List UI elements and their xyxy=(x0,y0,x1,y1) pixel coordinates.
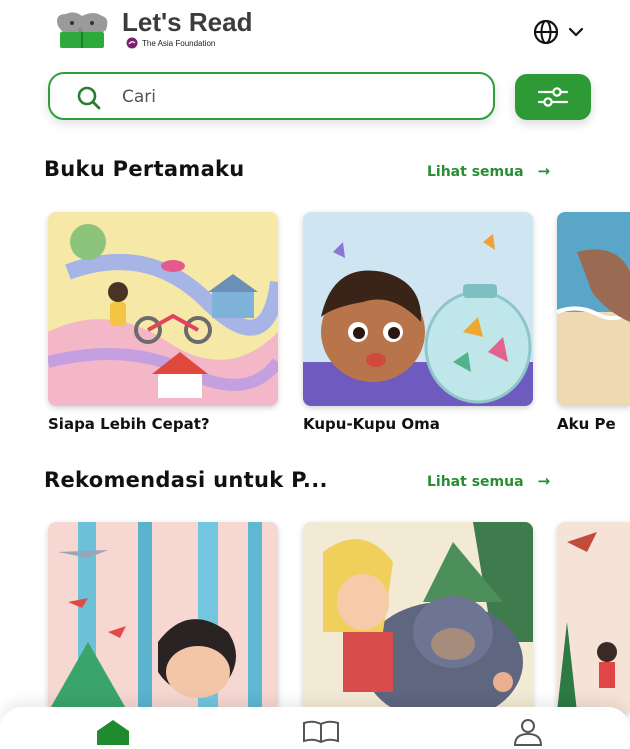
brand-subtitle: The Asia Foundation xyxy=(142,39,216,48)
nav-library-button[interactable] xyxy=(301,717,341,747)
see-all-label: Lihat semua xyxy=(427,474,524,490)
language-selector[interactable] xyxy=(528,16,598,48)
filter-button[interactable] xyxy=(515,74,591,120)
see-all-link-section-1[interactable]: Lihat semua → xyxy=(427,162,550,180)
see-all-label: Lihat semua xyxy=(427,164,524,180)
book-illustration-kids-bike xyxy=(48,212,278,406)
book-cover-girl-gorilla[interactable] xyxy=(303,522,533,712)
book-cover-aku-pe[interactable] xyxy=(557,212,630,406)
book-icon xyxy=(303,720,339,744)
section-title-rekomendasi: Rekomendasi untuk P... xyxy=(44,468,328,492)
section-title-buku-pertamaku: Buku Pertamaku xyxy=(44,157,245,181)
lets-read-logo[interactable]: Let's Read The Asia Foundation xyxy=(50,6,290,50)
elephant-book-logo-icon xyxy=(57,12,108,48)
chevron-down-icon xyxy=(568,27,584,37)
book-illustration-girl-gorilla xyxy=(303,522,533,712)
book-cover-siapa-lebih-cepat[interactable] xyxy=(48,212,278,406)
book-cover-kupu-kupu-oma[interactable] xyxy=(303,212,533,406)
book-title[interactable]: Kupu-Kupu Oma xyxy=(303,415,440,433)
sliders-icon xyxy=(537,87,569,107)
bottom-navigation xyxy=(0,707,630,749)
asia-foundation-icon xyxy=(126,37,138,49)
book-illustration-girl-trees xyxy=(48,522,278,712)
arrow-right-icon: → xyxy=(537,472,551,490)
nav-profile-button[interactable] xyxy=(508,717,548,747)
book-illustration-girl-garden xyxy=(557,522,630,712)
book-illustration-butterfly-jar xyxy=(303,212,533,406)
app-header: Let's Read The Asia Foundation xyxy=(0,0,630,60)
brand-title: Let's Read xyxy=(122,7,253,37)
globe-icon xyxy=(533,19,559,45)
see-all-link-section-2[interactable]: Lihat semua → xyxy=(427,472,550,490)
home-icon xyxy=(97,720,129,745)
search-icon xyxy=(77,86,101,110)
profile-icon xyxy=(513,719,543,746)
book-illustration-beach xyxy=(557,212,630,406)
book-cover-girl-trees[interactable] xyxy=(48,522,278,712)
arrow-right-icon: → xyxy=(537,162,551,180)
nav-home-button[interactable] xyxy=(93,717,133,747)
search-bar[interactable] xyxy=(48,72,495,120)
book-title[interactable]: Aku Pe xyxy=(557,415,616,433)
search-input[interactable] xyxy=(122,82,472,112)
book-cover-girl-garden[interactable] xyxy=(557,522,630,712)
book-title[interactable]: Siapa Lebih Cepat? xyxy=(48,415,210,433)
